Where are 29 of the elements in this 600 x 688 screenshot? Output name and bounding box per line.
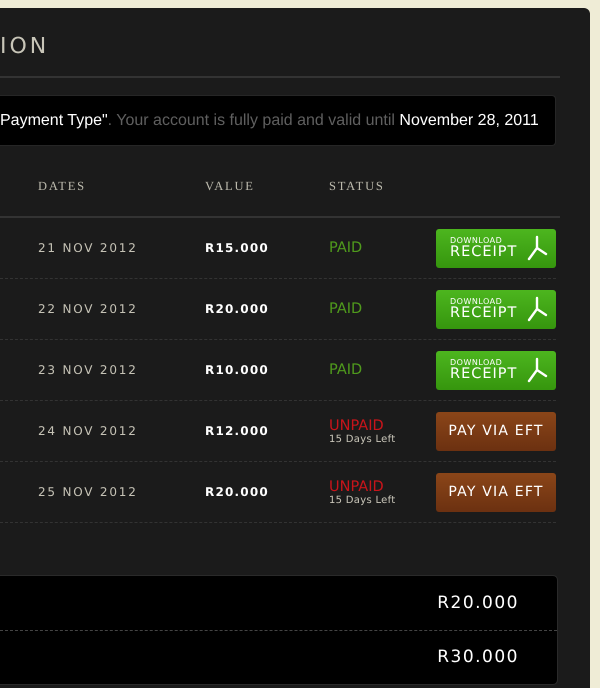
status-label: UNPAID [329,478,384,494]
date-cell-text: 23 NOV 2012 [38,363,139,377]
value-cell-text: R20.000 [205,302,270,316]
date-cell-text: 21 NOV 2012 [38,241,139,255]
status-label: UNPAID [329,418,384,434]
date-cell-text: 25 NOV 2012 [38,485,139,499]
pay-via-eft-button[interactable]: PAY VIA EFT [436,412,556,450]
value-cell-text: R12.000 [205,424,270,438]
date-cell-text: 24 NOV 2012 [38,424,139,438]
total-amount: R20.000 [437,592,519,613]
notice-text: Payment Type". Your account is fully paid and valid until November 28, 2011 [0,112,539,130]
value-cell-text: R10.000 [205,363,270,377]
days-left-note: 15 Days Left [329,494,396,506]
download-receipt-button[interactable]: DOWNLOAD RECEIPT [436,290,556,328]
column-header: DATES [38,178,87,194]
column-header: STATUS [329,178,386,194]
download-receipt-button[interactable]: DOWNLOAD RECEIPT [436,228,556,268]
column-header: VALUE [205,178,256,194]
status-label: PAID [329,240,362,256]
value-cell-text: R20.000 [205,485,270,499]
pay-via-eft-button[interactable]: PAY VIA EFT [436,472,556,512]
days-left-note: 15 Days Left [329,434,396,444]
value-cell-text: R15.000 [205,241,270,255]
section-title: ION [0,33,50,56]
download-receipt-button[interactable]: DOWNLOAD RECEIPT [436,350,556,390]
total-amount: R30.000 [437,647,519,668]
date-cell-text: 22 NOV 2012 [38,302,139,316]
status-label: PAID [329,301,362,317]
status-label: PAID [329,362,362,378]
